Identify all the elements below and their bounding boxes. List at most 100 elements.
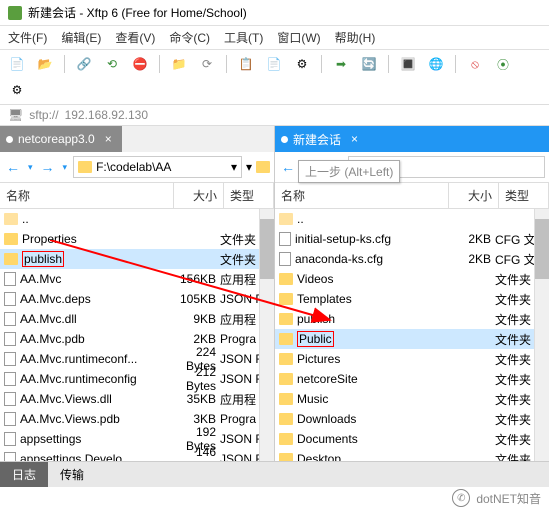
list-item[interactable]: AA.Mvc.runtimeconfig212 BytesJSON F [0, 369, 274, 389]
folder-icon [279, 353, 293, 365]
list-item[interactable]: appsettings192 BytesJSON F [0, 429, 274, 449]
file-name: AA.Mvc.pdb [20, 332, 85, 346]
list-item[interactable]: AA.Mvc.dll9KB应用程 [0, 309, 274, 329]
separator [159, 55, 160, 73]
globe-icon[interactable]: 🌐 [425, 54, 447, 74]
file-icon [4, 272, 16, 286]
file-name: Documents [297, 432, 358, 446]
header-size[interactable]: 大小 [174, 183, 224, 208]
file-name: AA.Mvc.runtimeconf... [20, 352, 137, 366]
list-item[interactable]: AA.Mvc.Views.pdb3KBProgra [0, 409, 274, 429]
list-item[interactable]: initial-setup-ks.cfg2KBCFG 文 [275, 229, 549, 249]
scrollbar[interactable] [259, 209, 274, 486]
tab-log[interactable]: 日志 [0, 462, 48, 487]
menu-tools[interactable]: 工具(T) [224, 29, 263, 46]
open-icon[interactable]: 📂 [34, 54, 56, 74]
list-item[interactable]: Downloads文件夹 [275, 409, 549, 429]
tab-transfer[interactable]: 传输 [48, 462, 96, 487]
folder-icon [279, 373, 293, 385]
header-type[interactable]: 类型 [224, 183, 274, 208]
close-icon[interactable]: × [105, 132, 112, 146]
remote-filelist[interactable]: ..initial-setup-ks.cfg2KBCFG 文anaconda-k… [275, 209, 549, 486]
folder-icon [279, 273, 293, 285]
file-name: netcoreSite [297, 372, 358, 386]
folder-icon [279, 433, 293, 445]
list-item[interactable]: publish文件夹 [275, 309, 549, 329]
scroll-thumb[interactable] [260, 219, 274, 279]
close-icon[interactable]: × [351, 132, 358, 146]
address-input[interactable] [65, 108, 541, 122]
transfer-icon[interactable]: ➡ [330, 54, 352, 74]
local-pane: netcoreapp3.0 × ←▾ →▾ F:\codelab\AA ▾ ▾ … [0, 126, 275, 486]
forward-icon[interactable]: → [39, 159, 57, 175]
back-menu-icon[interactable]: ▾ [26, 162, 35, 173]
stop-icon[interactable]: ⦸ [464, 54, 486, 74]
tab-remote[interactable]: 新建会话 × [275, 126, 368, 152]
file-icon [4, 372, 16, 386]
address-bar: 🖥 sftp:// [0, 105, 549, 126]
new-folder-icon[interactable]: 📁 [168, 54, 190, 74]
scheme: sftp:// [29, 108, 58, 122]
header-size[interactable]: 大小 [449, 183, 499, 208]
list-item[interactable]: .. [0, 209, 274, 229]
go-icon[interactable]: ⦿ [492, 54, 514, 74]
menu-file[interactable]: 文件(F) [8, 29, 47, 46]
tab-dot-icon [6, 136, 13, 143]
watermark-text: dotNET知音 [476, 490, 541, 507]
history-icon[interactable]: ▾ [246, 160, 252, 174]
file-icon [4, 312, 16, 326]
view-icon[interactable]: 🔳 [397, 54, 419, 74]
back-icon[interactable]: ← [4, 159, 22, 175]
copy-icon[interactable]: 📋 [235, 54, 257, 74]
new-icon[interactable]: 📄 [6, 54, 28, 74]
connect-icon[interactable]: 🔗 [73, 54, 95, 74]
reconnect-icon[interactable]: ⟲ [101, 54, 123, 74]
list-item[interactable]: Templates文件夹 [275, 289, 549, 309]
local-filelist[interactable]: ..Properties文件夹publish文件夹AA.Mvc156KB应用程A… [0, 209, 274, 486]
path-text: F:\codelab\AA [96, 160, 171, 174]
menu-help[interactable]: 帮助(H) [335, 29, 376, 46]
disconnect-icon[interactable]: ⛔ [129, 54, 151, 74]
file-name: AA.Mvc.deps [20, 292, 91, 306]
tab-local[interactable]: netcoreapp3.0 × [0, 126, 122, 152]
list-item[interactable]: Videos文件夹 [275, 269, 549, 289]
list-item[interactable]: Properties文件夹 [0, 229, 274, 249]
menu-command[interactable]: 命令(C) [169, 29, 210, 46]
list-item[interactable]: Pictures文件夹 [275, 349, 549, 369]
chevron-down-icon[interactable]: ▾ [231, 160, 237, 174]
forward-menu-icon[interactable]: ▾ [61, 162, 70, 173]
props-icon[interactable]: ⚙ [291, 54, 313, 74]
list-item[interactable]: AA.Mvc.Views.dll35KB应用程 [0, 389, 274, 409]
list-item[interactable]: AA.Mvc.pdb2KBProgra [0, 329, 274, 349]
paste-icon[interactable]: 📄 [263, 54, 285, 74]
list-item[interactable]: AA.Mvc.deps105KBJSON F [0, 289, 274, 309]
toolbar: 📄 📂 🔗 ⟲ ⛔ 📁 ⟳ 📋 📄 ⚙ ➡ 🔄 🔳 🌐 ⦸ ⦿ ⚙ [0, 50, 549, 105]
list-item[interactable]: Public文件夹 [275, 329, 549, 349]
list-item[interactable]: .. [275, 209, 549, 229]
list-item[interactable]: publish文件夹 [0, 249, 274, 269]
list-item[interactable]: anaconda-ks.cfg2KBCFG 文 [275, 249, 549, 269]
local-path[interactable]: F:\codelab\AA ▾ [73, 156, 242, 178]
header-name[interactable]: 名称 [275, 183, 449, 208]
scrollbar[interactable] [534, 209, 549, 486]
list-item[interactable]: AA.Mvc.runtimeconf...224 BytesJSON F [0, 349, 274, 369]
menu-edit[interactable]: 编辑(E) [61, 29, 101, 46]
header-type[interactable]: 类型 [499, 183, 549, 208]
settings-icon[interactable]: ⚙ [6, 80, 28, 100]
folder-icon [4, 253, 18, 265]
list-item[interactable]: AA.Mvc156KB应用程 [0, 269, 274, 289]
file-name: AA.Mvc.runtimeconfig [20, 372, 137, 386]
scroll-thumb[interactable] [535, 219, 549, 279]
browse-icon[interactable] [256, 161, 270, 173]
menu-view[interactable]: 查看(V) [115, 29, 155, 46]
back-icon[interactable]: ← [279, 159, 297, 175]
header-name[interactable]: 名称 [0, 183, 174, 208]
refresh-icon[interactable]: ⟳ [196, 54, 218, 74]
folder-icon [4, 233, 18, 245]
list-item[interactable]: netcoreSite文件夹 [275, 369, 549, 389]
list-item[interactable]: Documents文件夹 [275, 429, 549, 449]
menu-window[interactable]: 窗口(W) [277, 29, 320, 46]
tab-label: netcoreapp3.0 [18, 132, 95, 146]
list-item[interactable]: Music文件夹 [275, 389, 549, 409]
sync-icon[interactable]: 🔄 [358, 54, 380, 74]
